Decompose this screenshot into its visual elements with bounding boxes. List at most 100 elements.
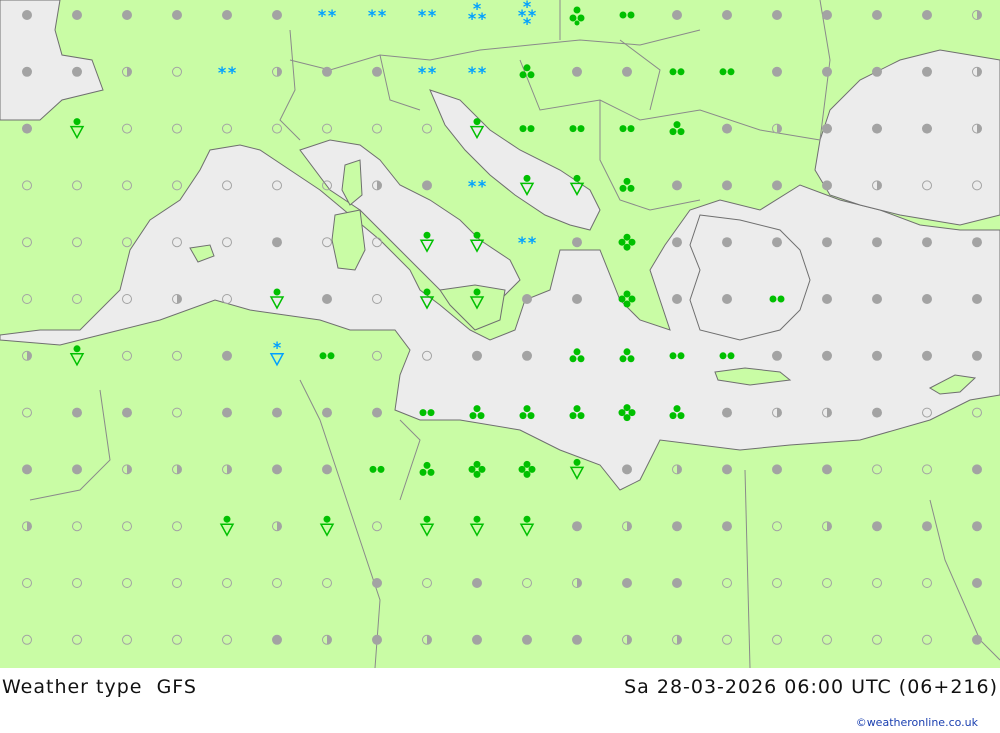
weather-symbol-f bbox=[872, 407, 882, 418]
weather-symbol-f bbox=[722, 180, 732, 191]
weather-symbol-f bbox=[72, 10, 82, 20]
weather-symbol-f bbox=[272, 464, 282, 475]
svg-text:*: * bbox=[468, 9, 477, 28]
weather-symbol-f bbox=[572, 634, 582, 645]
svg-text:*: * bbox=[478, 9, 487, 28]
weather-symbol-f bbox=[722, 294, 732, 304]
weather-symbol-f bbox=[772, 237, 782, 248]
weather-symbol-f bbox=[172, 10, 182, 20]
weather-symbol-f bbox=[22, 123, 32, 134]
weather-symbol-f bbox=[822, 180, 832, 191]
weather-map: * * * * * * ** *** *** * * * * ** ** ** bbox=[0, 0, 1000, 668]
weather-symbol-f bbox=[722, 10, 732, 20]
svg-text:*: * bbox=[318, 6, 327, 25]
weather-symbol-f bbox=[922, 10, 932, 20]
weather-symbol-f bbox=[222, 407, 232, 418]
weather-symbol-f bbox=[322, 66, 332, 77]
weather-symbol-f bbox=[672, 578, 682, 588]
weather-symbol-f bbox=[72, 66, 82, 77]
svg-text:*: * bbox=[218, 63, 227, 82]
svg-text:*: * bbox=[418, 63, 427, 82]
weather-symbol-f bbox=[522, 350, 532, 361]
weather-symbol-f bbox=[372, 634, 382, 645]
weather-symbol-f bbox=[822, 123, 832, 134]
credit-link[interactable]: ©weatheronline.co.uk bbox=[856, 716, 978, 729]
weather-symbol-f bbox=[922, 521, 932, 532]
weather-symbol-sn: * * bbox=[218, 63, 237, 82]
weather-symbol-f bbox=[22, 66, 32, 77]
weather-symbol-f bbox=[822, 10, 832, 20]
weather-symbol-f bbox=[972, 350, 982, 361]
weather-symbol-f bbox=[472, 634, 482, 645]
weather-symbol-f bbox=[922, 294, 932, 304]
weather-symbol-f bbox=[422, 180, 432, 191]
weather-symbol-sn: * * bbox=[418, 63, 437, 82]
svg-text:*: * bbox=[378, 6, 387, 25]
weather-symbol-f bbox=[822, 294, 832, 304]
svg-text:*: * bbox=[368, 6, 377, 25]
weather-symbol-f bbox=[922, 237, 932, 248]
weather-symbol-f bbox=[272, 10, 282, 20]
svg-text:*: * bbox=[418, 6, 427, 25]
weather-symbol-f bbox=[22, 464, 32, 475]
weather-symbol-f bbox=[922, 123, 932, 134]
svg-text:*: * bbox=[523, 14, 532, 33]
weather-symbol-sn: * * bbox=[368, 6, 387, 25]
weather-symbol-f bbox=[872, 123, 882, 134]
weather-symbol-f bbox=[672, 521, 682, 532]
weather-symbol-f bbox=[72, 407, 82, 418]
weather-symbol-sn: * * bbox=[468, 63, 487, 82]
weather-symbol-sn: * * bbox=[418, 6, 437, 25]
weather-symbol-f bbox=[672, 180, 682, 191]
weather-symbol-f bbox=[722, 464, 732, 475]
weather-symbol-f bbox=[872, 10, 882, 20]
weather-symbol-f bbox=[972, 237, 982, 248]
weather-symbol-f bbox=[522, 634, 532, 645]
svg-text:*: * bbox=[478, 63, 487, 82]
weather-symbol-sn: * * bbox=[318, 6, 337, 25]
weather-symbol-f bbox=[772, 180, 782, 191]
weather-symbol-f bbox=[672, 10, 682, 20]
weather-symbol-f bbox=[722, 407, 732, 418]
weather-symbol-f bbox=[722, 237, 732, 248]
weather-symbol-f bbox=[822, 237, 832, 248]
weather-symbol-f bbox=[372, 66, 382, 77]
model-name: GFS bbox=[156, 676, 197, 698]
weather-symbol-f bbox=[372, 578, 382, 588]
weather-symbol-f bbox=[222, 10, 232, 20]
weather-symbol-f bbox=[922, 66, 932, 77]
weather-symbol-f bbox=[572, 294, 582, 304]
weather-symbol-f bbox=[722, 123, 732, 134]
weather-symbol-f bbox=[322, 294, 332, 304]
weather-symbol-f bbox=[872, 237, 882, 248]
weather-symbol-f bbox=[922, 350, 932, 361]
weather-symbol-f bbox=[772, 66, 782, 77]
weather-symbol-f bbox=[672, 237, 682, 248]
svg-text:*: * bbox=[478, 176, 487, 195]
weather-symbol-f bbox=[822, 350, 832, 361]
credit-text[interactable]: ©weatheronline.co.uk bbox=[856, 716, 978, 729]
svg-text:*: * bbox=[528, 233, 537, 252]
weather-symbol-f bbox=[222, 350, 232, 361]
weather-symbol-sn: * * bbox=[468, 176, 487, 195]
weather-symbol-f bbox=[972, 464, 982, 475]
weather-symbol-f bbox=[622, 464, 632, 475]
weather-symbol-f bbox=[322, 407, 332, 418]
weather-symbol-f bbox=[622, 578, 632, 588]
weather-symbol-f bbox=[972, 634, 982, 645]
svg-text:*: * bbox=[428, 63, 437, 82]
sardinia bbox=[331, 209, 366, 271]
weather-symbol-f bbox=[972, 294, 982, 304]
weather-symbol-f bbox=[122, 407, 132, 418]
weather-symbol-f bbox=[972, 578, 982, 588]
map-caption: Weather type GFS bbox=[2, 676, 197, 698]
weather-symbol-sn: * * bbox=[518, 233, 537, 252]
valid-time: Sa 28-03-2026 06:00 UTC (06+216) bbox=[624, 676, 998, 698]
weather-symbol-f bbox=[772, 464, 782, 475]
weather-symbol-f bbox=[872, 66, 882, 77]
svg-text:*: * bbox=[518, 233, 527, 252]
weather-symbol-f bbox=[822, 66, 832, 77]
map-title: Weather type bbox=[2, 676, 143, 698]
weather-symbol-f bbox=[572, 66, 582, 77]
weather-symbol-f bbox=[722, 521, 732, 532]
